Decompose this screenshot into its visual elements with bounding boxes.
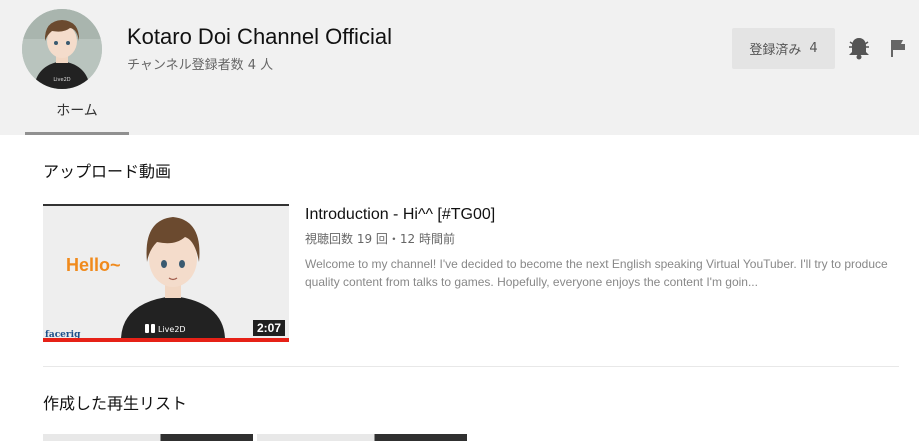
subscribed-label: 登録済み <box>749 43 802 58</box>
video-description: Welcome to my channel! I've decided to b… <box>305 257 888 289</box>
notification-bell-icon[interactable] <box>848 36 870 60</box>
playlist-thumbnail[interactable] <box>257 434 467 441</box>
video-duration: 2:07 <box>252 320 285 336</box>
video-title[interactable]: Introduction - Hi^^ [#TG00] <box>305 206 495 224</box>
subscribed-count: 4 <box>809 41 818 56</box>
svg-text:Live2D: Live2D <box>158 325 186 334</box>
uploads-section-title: アップロード動画 <box>43 162 172 181</box>
playlist-thumbnail[interactable] <box>43 434 253 441</box>
svg-text:Hello~: Hello~ <box>66 255 121 275</box>
channel-title: Kotaro Doi Channel Official <box>127 24 392 49</box>
avatar-image: Live2D <box>22 9 102 89</box>
subscribed-button[interactable]: 登録済み 4 <box>732 28 835 69</box>
channel-avatar[interactable]: Live2D <box>22 9 102 89</box>
video-thumbnail[interactable]: Hello~ Live2D facerig 2:07 <box>43 204 289 342</box>
channel-header: Live2D Kotaro Doi Channel Official チャンネル… <box>0 0 919 135</box>
report-flag-icon[interactable] <box>889 38 907 58</box>
video-meta: 視聴回数 19 回・12 時間前 <box>305 232 455 246</box>
svg-text:Live2D: Live2D <box>53 77 70 83</box>
section-divider <box>43 366 899 367</box>
subscriber-count: チャンネル登録者数 4 人 <box>127 58 274 73</box>
watched-progress-bar <box>43 338 289 342</box>
tab-home[interactable]: ホーム <box>25 98 129 135</box>
playlists-section-title: 作成した再生リスト <box>43 394 188 413</box>
